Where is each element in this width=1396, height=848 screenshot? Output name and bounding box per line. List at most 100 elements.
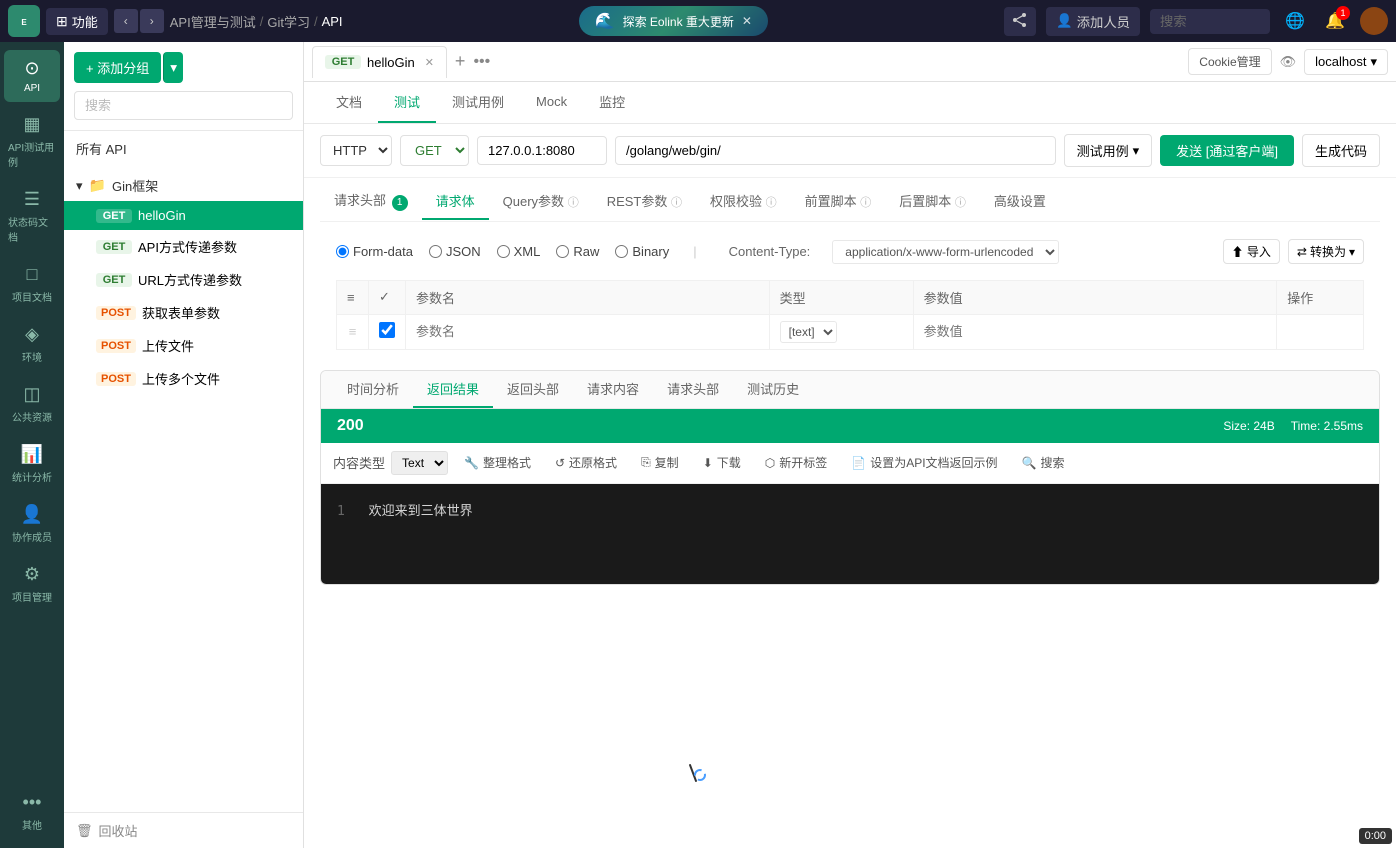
restore-button[interactable]: ↺ 还原格式 <box>547 451 625 474</box>
env-selector[interactable]: localhost ▾ <box>1304 49 1388 75</box>
chevron-down-icon: ▾ <box>1370 54 1377 70</box>
left-panel-search[interactable] <box>74 91 293 120</box>
gen-code-button[interactable]: 生成代码 <box>1302 134 1380 167</box>
search-resp-button[interactable]: 🔍 搜索 <box>1014 451 1073 474</box>
resp-tab-req-header[interactable]: 请求头部 <box>653 371 733 408</box>
text-type-select[interactable]: Text <box>391 451 448 475</box>
req-tab-header[interactable]: 请求头部 1 <box>320 182 422 221</box>
content-type-selector: 内容类型 Text <box>333 451 448 475</box>
sec-tab-test-case[interactable]: 测试用例 <box>436 82 520 123</box>
search-icon: 🔍 <box>1022 456 1037 470</box>
set-example-button[interactable]: 📄 设置为API文档返回示例 <box>843 451 1005 474</box>
radio-raw[interactable]: Raw <box>556 244 599 259</box>
sec-tab-mock-label: Mock <box>536 94 567 109</box>
sidebar-item-api-test[interactable]: ▦ API测试用例 <box>4 106 60 177</box>
sec-tab-monitor[interactable]: 监控 <box>583 82 641 123</box>
notification-button[interactable]: 🔔 1 <box>1320 6 1350 36</box>
test-case-button[interactable]: 测试用例 ▾ <box>1064 134 1153 167</box>
req-tab-rest[interactable]: REST参数 ⓘ <box>593 183 696 220</box>
sidebar-item-api[interactable]: ⊙ API <box>4 50 60 102</box>
explore-banner[interactable]: 🌊 探索 Eolink 重大更新 ✕ <box>579 6 768 36</box>
breadcrumb-part2[interactable]: Git学习 <box>267 12 310 31</box>
path-input[interactable] <box>615 136 1056 165</box>
tab-more-button[interactable]: ••• <box>473 53 490 71</box>
back-button[interactable]: ‹ <box>114 9 138 33</box>
resp-tab-test-history[interactable]: 测试历史 <box>733 371 813 408</box>
tab-add-button[interactable]: + <box>451 51 470 72</box>
tree-item-api-param[interactable]: GET API方式传递参数 <box>64 230 303 263</box>
info-icon: ⓘ <box>955 197 966 209</box>
param-name-cell <box>406 314 770 349</box>
cookie-label: Cookie管理 <box>1199 55 1260 69</box>
tab-close-icon[interactable]: ✕ <box>425 56 434 69</box>
tree-item-upload-files[interactable]: POST 上传多个文件 <box>64 362 303 395</box>
sec-tab-test[interactable]: 测试 <box>378 82 436 123</box>
avatar[interactable] <box>1360 7 1388 35</box>
param-name-input[interactable] <box>416 324 759 339</box>
row-checkbox[interactable] <box>379 322 395 338</box>
param-type-select[interactable]: [text] <box>780 321 837 343</box>
format-button[interactable]: 🔧 整理格式 <box>456 451 539 474</box>
req-tab-advanced[interactable]: 高级设置 <box>980 183 1060 220</box>
param-type-cell: [text] <box>769 314 913 349</box>
add-member-button[interactable]: 👤 添加人员 <box>1046 7 1140 36</box>
sidebar-item-env[interactable]: ◈ 环境 <box>4 316 60 372</box>
tree-item-url-param[interactable]: GET URL方式传递参数 <box>64 263 303 296</box>
req-tab-body[interactable]: 请求体 <box>422 183 489 220</box>
search-input[interactable] <box>1150 9 1270 34</box>
sidebar-item-proj-mgmt[interactable]: ⚙ 项目管理 <box>4 556 60 612</box>
resp-tab-req-content[interactable]: 请求内容 <box>573 371 653 408</box>
tree-item-form-param[interactable]: POST 获取表单参数 <box>64 296 303 329</box>
resp-tab-return-header[interactable]: 返回头部 <box>493 371 573 408</box>
left-panel-header: + 添加分组 ▾ <box>64 42 303 131</box>
tab-hello-gin[interactable]: GET helloGin ✕ <box>312 46 447 78</box>
add-group-dropdown-button[interactable]: ▾ <box>163 52 183 83</box>
tree-item-hello-gin[interactable]: GET helloGin <box>64 201 303 230</box>
send-button[interactable]: 发送 [通过客户端] <box>1160 135 1294 166</box>
req-tab-query[interactable]: Query参数 ⓘ <box>489 183 593 220</box>
drag-handle[interactable]: ≡ <box>337 314 369 349</box>
import-button[interactable]: ⬆ 导入 <box>1223 239 1280 264</box>
all-api-item[interactable]: 所有 API <box>64 131 303 166</box>
sidebar-item-stats[interactable]: 📊 统计分析 <box>4 436 60 492</box>
method-badge-post: POST <box>96 339 136 353</box>
sidebar-item-more[interactable]: ••• 其他 <box>4 784 60 840</box>
sec-tab-doc[interactable]: 文档 <box>320 82 378 123</box>
sec-tab-mock[interactable]: Mock <box>520 84 583 121</box>
param-value-input[interactable] <box>924 324 1267 339</box>
req-tab-pre-script[interactable]: 前置脚本 ⓘ <box>791 183 886 220</box>
sidebar-item-status-doc[interactable]: ☰ 状态码文档 <box>4 181 60 252</box>
radio-xml[interactable]: XML <box>497 244 541 259</box>
req-tab-auth[interactable]: 权限校验 ⓘ <box>696 183 791 220</box>
tree-group-gin-header[interactable]: ▾ 📁 Gin框架 <box>64 170 303 201</box>
func-menu[interactable]: ⊞ 功能 <box>46 8 108 35</box>
host-input[interactable] <box>477 136 607 165</box>
convert-button[interactable]: ⇄ 转换为 ▾ <box>1288 239 1364 264</box>
sidebar-item-public-res[interactable]: ◫ 公共资源 <box>4 376 60 432</box>
response-body: 1 欢迎来到三体世界 <box>321 484 1379 584</box>
new-tab-button[interactable]: ⬡ 新开标签 <box>757 451 836 474</box>
resp-tab-time[interactable]: 时间分析 <box>333 371 413 408</box>
sidebar-item-team[interactable]: 👤 协作成员 <box>4 496 60 552</box>
req-tab-post-script[interactable]: 后置脚本 ⓘ <box>885 183 980 220</box>
resp-tab-result[interactable]: 返回结果 <box>413 371 493 408</box>
radio-json[interactable]: JSON <box>429 244 481 259</box>
time-indicator: 0:00 <box>1359 828 1392 844</box>
copy-button[interactable]: ⎘ 复制 <box>633 451 687 474</box>
breadcrumb-part1[interactable]: API管理与测试 <box>170 12 256 31</box>
explore-close[interactable]: ✕ <box>742 14 752 28</box>
add-group-button[interactable]: + 添加分组 <box>74 52 161 83</box>
protocol-select[interactable]: HTTP <box>320 135 392 166</box>
share-button[interactable] <box>1004 7 1036 36</box>
sidebar-item-project-doc[interactable]: □ 项目文档 <box>4 256 60 312</box>
radio-binary[interactable]: Binary <box>615 244 669 259</box>
cookie-button[interactable]: Cookie管理 <box>1188 48 1271 75</box>
method-select[interactable]: GET <box>400 135 469 166</box>
tree-item-upload-file[interactable]: POST 上传文件 <box>64 329 303 362</box>
radio-form-data[interactable]: Form-data <box>336 244 413 259</box>
content-type-select[interactable]: application/x-www-form-urlencoded <box>832 240 1059 264</box>
recycle-bin[interactable]: 🗑 回收站 <box>64 812 303 848</box>
forward-button[interactable]: › <box>140 9 164 33</box>
globe-button[interactable]: 🌐 <box>1280 6 1310 36</box>
download-button[interactable]: ⬇ 下载 <box>695 451 749 474</box>
